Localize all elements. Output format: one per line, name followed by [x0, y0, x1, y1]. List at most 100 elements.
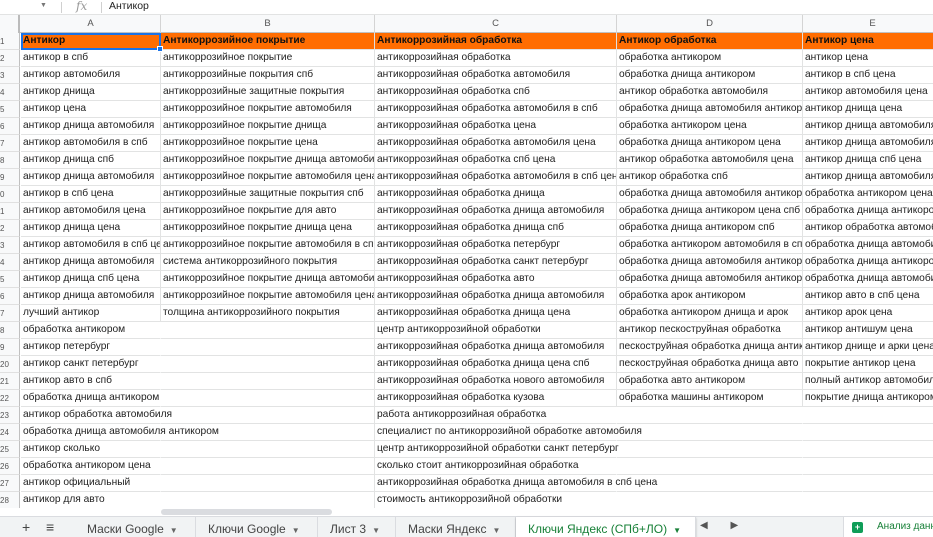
table-cell[interactable]: антикор для авто: [21, 492, 161, 508]
table-cell[interactable]: обработка днища антикором цена: [617, 135, 803, 152]
table-cell[interactable]: стоимость антикоррозийной обработки: [375, 492, 617, 508]
column-header-e[interactable]: E: [803, 15, 933, 33]
chevron-down-icon[interactable]: ▼: [673, 526, 681, 535]
table-cell[interactable]: антикоррозийная обработка авто: [375, 271, 617, 288]
table-cell[interactable]: центр антикоррозийной обработки санкт пе…: [375, 441, 619, 458]
row-number[interactable]: 8: [0, 322, 20, 339]
row-number[interactable]: 4: [0, 84, 20, 101]
table-cell[interactable]: обработка авто антикором: [617, 373, 803, 390]
table-cell[interactable]: антикор днища автомобиля цена: [803, 135, 933, 152]
table-cell[interactable]: антикоррозийные покрытия спб: [161, 67, 375, 84]
chevron-left-icon[interactable]: ◀: [700, 520, 708, 531]
header-cell[interactable]: Антикоррозийное покрытие: [161, 33, 375, 50]
row-number[interactable]: 21: [0, 373, 20, 390]
table-cell[interactable]: [617, 441, 803, 458]
table-cell[interactable]: обработка днища антикором цена спб: [617, 203, 803, 220]
table-cell[interactable]: обработка машины антикором: [617, 390, 803, 407]
table-cell[interactable]: [803, 475, 933, 492]
table-cell[interactable]: антикор сколько: [21, 441, 161, 458]
table-cell[interactable]: [803, 441, 933, 458]
table-cell[interactable]: антикор обработка спб: [617, 169, 803, 186]
table-cell[interactable]: антикоррозийная обработка днища автомоби…: [375, 203, 617, 220]
table-cell[interactable]: антикор днища спб цена: [21, 271, 161, 288]
table-cell[interactable]: обработка антикором: [21, 322, 161, 339]
table-cell[interactable]: обработка днища автомобиля: [803, 271, 933, 288]
horizontal-scrollbar[interactable]: [0, 508, 933, 516]
table-cell[interactable]: [161, 407, 375, 424]
table-cell[interactable]: антикоррозийная обработка спб: [375, 84, 617, 101]
table-cell[interactable]: антикоррозийная обработка петербург: [375, 237, 617, 254]
table-cell[interactable]: покрытие антикор цена: [803, 356, 933, 373]
table-cell[interactable]: обработка днища автомобиля антикором: [21, 424, 219, 441]
table-cell[interactable]: антикор днища спб: [21, 152, 161, 169]
table-cell[interactable]: [161, 390, 375, 407]
row-number[interactable]: 3: [0, 67, 20, 84]
table-cell[interactable]: антикоррозийное покрытие днища автомобил…: [161, 271, 375, 288]
table-cell[interactable]: антикор днища спб цена: [803, 152, 933, 169]
table-cell[interactable]: [617, 407, 803, 424]
table-cell[interactable]: [161, 475, 375, 492]
table-cell[interactable]: антикор днища автомобиля: [21, 254, 161, 271]
column-header-b[interactable]: B: [161, 15, 375, 33]
table-cell[interactable]: система антикоррозийного покрытия: [161, 254, 375, 271]
table-cell[interactable]: антикор днища: [21, 84, 161, 101]
table-cell[interactable]: антикор петербург: [21, 339, 161, 356]
table-cell[interactable]: антикор авто в спб: [21, 373, 161, 390]
table-cell[interactable]: антикоррозийная обработка автомобиля в с…: [375, 169, 617, 186]
table-cell[interactable]: антикор автомобиля в спб цена: [21, 237, 161, 254]
header-cell[interactable]: Антикор: [21, 33, 161, 50]
table-cell[interactable]: обработка днища антикором спб: [617, 220, 803, 237]
row-number[interactable]: 1: [0, 33, 20, 50]
table-cell[interactable]: [161, 339, 375, 356]
chevron-right-icon[interactable]: ▶: [730, 520, 738, 531]
table-cell[interactable]: антикор днища автомобиля в спб: [803, 118, 933, 135]
table-cell[interactable]: антикор автомобиля цена: [21, 203, 161, 220]
table-cell[interactable]: лучший антикор: [21, 305, 161, 322]
sheet-tab[interactable]: Ключи Яндекс (СПб+ЛО) ▼: [516, 517, 696, 537]
table-cell[interactable]: обработка антикором автомобиля в спб: [617, 237, 803, 254]
formula-input[interactable]: Антикор: [109, 0, 149, 12]
table-cell[interactable]: [161, 441, 375, 458]
row-number[interactable]: 7: [0, 135, 20, 152]
table-cell[interactable]: антикор автомобиля в спб: [21, 135, 161, 152]
table-cell[interactable]: антикоррозийная обработка автомобиля: [375, 67, 617, 84]
row-number[interactable]: 28: [0, 492, 20, 508]
explore-button[interactable]: + Анализ данных: [843, 517, 933, 537]
table-cell[interactable]: антикоррозийное покрытие для авто: [161, 203, 375, 220]
spreadsheet-grid[interactable]: 1 Антикор Антикоррозийное покрытие Антикорр…: [0, 33, 933, 508]
table-cell[interactable]: [803, 458, 933, 475]
table-cell[interactable]: антикор в спб цена: [803, 67, 933, 84]
sheet-tab[interactable]: Лист 3 ▼: [318, 517, 396, 537]
table-cell[interactable]: полный антикор автомобиля: [803, 373, 933, 390]
row-number[interactable]: 4: [0, 254, 20, 271]
table-cell[interactable]: обработка днища антикором цена: [803, 203, 933, 220]
table-cell[interactable]: антикоррозийная обработка автомобиля цен…: [375, 135, 617, 152]
column-header-c[interactable]: C: [375, 15, 617, 33]
table-cell[interactable]: обработка днища автомобиля: [803, 237, 933, 254]
table-cell[interactable]: антикор в спб: [21, 50, 161, 67]
row-number[interactable]: 5: [0, 101, 20, 118]
row-number[interactable]: 2: [0, 220, 20, 237]
table-cell[interactable]: пескоструйная обработка днища авто: [617, 356, 803, 373]
table-cell[interactable]: антикор обработка автомобиля: [803, 220, 933, 237]
table-cell[interactable]: [161, 373, 375, 390]
table-cell[interactable]: специалист по антикоррозийной обработке …: [375, 424, 642, 441]
table-cell[interactable]: антикор днища автомобиля: [21, 288, 161, 305]
table-cell[interactable]: [617, 475, 803, 492]
chevron-down-icon[interactable]: ▼: [292, 526, 300, 535]
table-cell[interactable]: обработка антикором днища и арок: [617, 305, 803, 322]
table-cell[interactable]: антикор днища цена: [21, 220, 161, 237]
table-cell[interactable]: [617, 458, 803, 475]
table-cell[interactable]: обработка днища антикором: [21, 390, 161, 407]
table-cell[interactable]: [803, 424, 933, 441]
row-number[interactable]: 20: [0, 356, 20, 373]
table-cell[interactable]: антикор пескоструйная обработка: [617, 322, 803, 339]
row-number[interactable]: 9: [0, 339, 20, 356]
table-cell[interactable]: антикоррозийная обработка нового автомоб…: [375, 373, 617, 390]
table-cell[interactable]: антикоррозийное покрытие: [161, 50, 375, 67]
table-cell[interactable]: обработка днища автомобиля антикором: [617, 254, 803, 271]
table-cell[interactable]: антикор в спб цена: [21, 186, 161, 203]
row-number[interactable]: 5: [0, 271, 20, 288]
all-sheets-button[interactable]: ≡: [46, 520, 54, 534]
row-number[interactable]: 1: [0, 203, 20, 220]
